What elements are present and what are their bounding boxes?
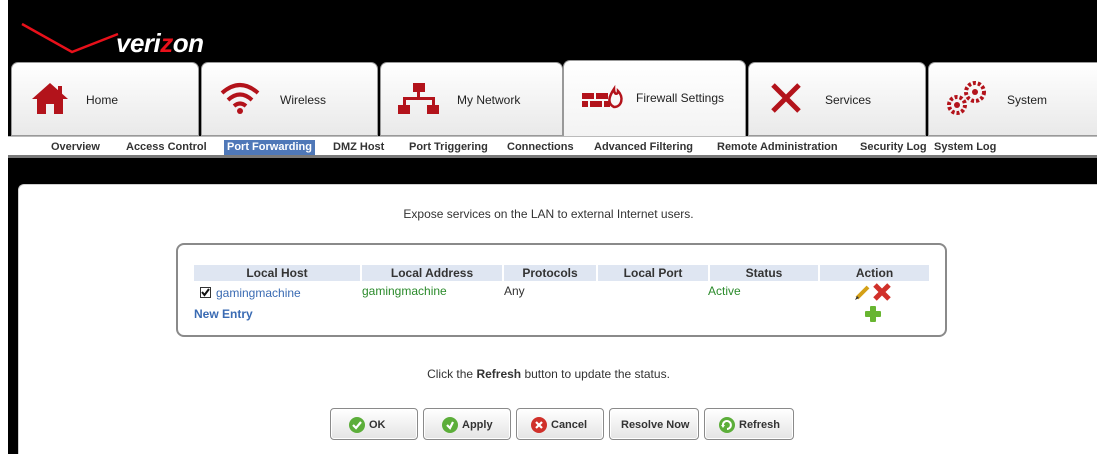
ok-button[interactable]: OK [330,408,418,440]
separator-band [8,158,1097,184]
apply-arrow-icon [442,417,458,433]
header: verizon [8,0,1097,60]
main-tabs: Home Wireless My Network Firewall Settin… [8,60,1097,136]
refresh-note: Click the Refresh button to update the s… [427,367,670,381]
subnav-security-log[interactable]: Security Log [857,140,930,155]
apply-button-label: Apply [462,419,493,431]
tab-services-label: Services [825,93,872,107]
tab-wireless[interactable]: Wireless [201,62,378,136]
tab-home-label: Home [86,93,119,107]
subnav-port-forwarding[interactable]: Port Forwarding [224,140,315,155]
page-description: Expose services on the LAN to external I… [403,207,694,221]
column-header-status: Status [710,265,818,281]
tab-my-network-label: My Network [457,93,521,107]
tab-my-network[interactable]: My Network [380,62,563,136]
column-header-local-address: Local Address [362,265,502,281]
sub-navigation: Overview Access Control Port Forwarding … [8,136,1097,158]
protocols-cell: Any [504,284,525,298]
column-header-protocols: Protocols [504,265,596,281]
subnav-advanced-filtering[interactable]: Advanced Filtering [591,140,696,155]
local-address-cell: gamingmachine [362,284,447,298]
firewall-icon [582,84,623,109]
refresh-button-label: Refresh [739,419,780,431]
ok-button-label: OK [369,419,386,431]
resolve-now-button-label: Resolve Now [621,419,690,431]
network-icon [398,83,439,114]
subnav-port-triggering[interactable]: Port Triggering [406,140,491,155]
checkmark-icon [201,288,210,297]
tools-icon [771,83,801,113]
refresh-icon [719,417,735,433]
entry-enabled-checkbox[interactable] [200,287,211,298]
tab-system-label: System [1007,93,1048,107]
subnav-dmz-host[interactable]: DMZ Host [330,140,387,155]
subnav-overview[interactable]: Overview [48,140,103,155]
refresh-button[interactable]: Refresh [704,408,794,440]
tab-services[interactable]: Services [748,62,926,136]
add-plus-icon[interactable] [864,305,882,323]
house-icon [32,83,68,114]
wifi-icon [220,83,260,114]
delete-x-icon[interactable] [872,282,892,302]
column-header-action: Action [820,265,929,281]
new-entry-link[interactable]: New Entry [194,307,253,321]
tab-wireless-label: Wireless [280,93,327,107]
cancel-button[interactable]: Cancel [516,408,604,440]
verizon-logo[interactable]: verizon [116,28,204,59]
column-header-local-host: Local Host [194,265,360,281]
column-header-local-port: Local Port [598,265,708,281]
tab-home[interactable]: Home [11,62,199,136]
tab-firewall-settings-label: Firewall Settings [636,91,725,105]
edit-pencil-icon[interactable] [854,283,872,301]
tab-firewall-settings[interactable]: Firewall Settings [563,60,746,136]
cancel-button-label: Cancel [551,419,588,431]
tab-system[interactable]: System [928,62,1097,136]
app-frame: verizon Home Wireless My Network Firewal… [8,0,1097,454]
status-cell: Active [708,284,741,298]
subnav-remote-administration[interactable]: Remote Administration [714,140,841,155]
subnav-access-control[interactable]: Access Control [123,140,210,155]
check-circle-icon [349,417,365,433]
port-forwarding-table: Local Host Local Address Protocols Local… [176,243,947,337]
cancel-x-icon [531,417,547,433]
subnav-connections[interactable]: Connections [504,140,577,155]
gears-icon [947,81,986,115]
resolve-now-button[interactable]: Resolve Now [609,408,699,440]
local-host-link[interactable]: gamingmachine [216,286,301,300]
apply-button[interactable]: Apply [423,408,511,440]
subnav-system-log[interactable]: System Log [931,140,999,155]
